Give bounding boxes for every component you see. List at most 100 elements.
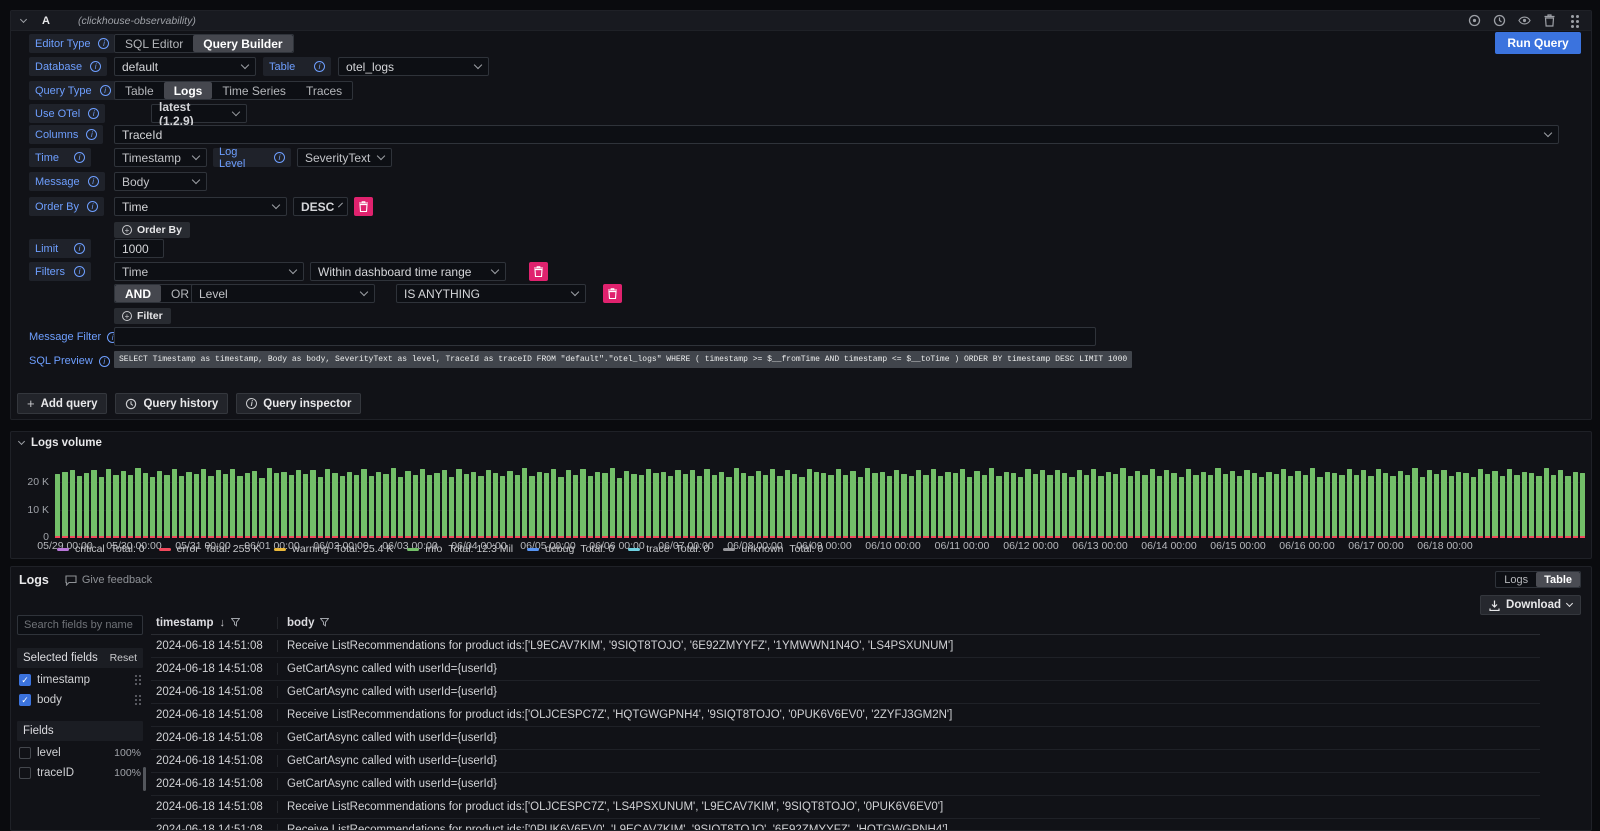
tab-query-builder[interactable]: Query Builder — [193, 35, 292, 52]
sort-desc-icon[interactable] — [220, 617, 226, 629]
error-strip — [1368, 536, 1373, 538]
error-strip — [332, 536, 337, 538]
info-icon[interactable] — [88, 108, 99, 119]
log-level-select[interactable]: SeverityText — [297, 148, 392, 167]
order-by-field-select[interactable]: Time — [114, 197, 287, 216]
tab-logs[interactable]: Logs — [164, 82, 213, 99]
filter-funnel-icon[interactable] — [320, 618, 329, 627]
info-icon[interactable] — [74, 152, 85, 163]
info-icon[interactable] — [99, 356, 110, 367]
remove-order-by-button[interactable] — [354, 197, 373, 216]
error-strip — [1252, 536, 1257, 538]
checkbox-unchecked[interactable] — [19, 767, 31, 779]
reset-fields-button[interactable]: Reset — [110, 652, 137, 664]
checkbox-checked[interactable] — [19, 694, 31, 706]
table-row[interactable]: 2024-06-18 14:51:08GetCartAsync called w… — [151, 773, 1540, 796]
checkbox-unchecked[interactable] — [19, 747, 31, 759]
logs-volume-title[interactable]: Logs volume — [19, 437, 102, 449]
legend-item-warning[interactable]: warningTotal: 25.4 K — [274, 543, 393, 555]
legend-item-error[interactable]: errorTotal: 255 K — [159, 543, 261, 555]
history-icon[interactable] — [1493, 14, 1506, 27]
filter1-operator-select[interactable]: Within dashboard time range — [310, 262, 506, 281]
otel-version-select[interactable]: latest (1.2.9) — [151, 104, 247, 123]
selected-field-body[interactable]: body — [17, 691, 143, 708]
drag-handle-icon[interactable] — [1568, 14, 1581, 27]
sql-preview-code[interactable]: SELECT Timestamp as timestamp, Body as b… — [114, 351, 1132, 368]
collapse-query-icon[interactable] — [20, 15, 27, 22]
body-column-header[interactable]: body — [277, 617, 1540, 629]
add-filter-button[interactable]: Filter — [114, 308, 171, 324]
table-row[interactable]: 2024-06-18 14:51:08Receive ListRecommend… — [151, 635, 1540, 658]
info-icon[interactable] — [100, 85, 111, 96]
available-field-level[interactable]: level100% — [17, 744, 143, 761]
legend-item-unknown[interactable]: unknownTotal: 0 — [723, 543, 823, 555]
info-icon[interactable] — [88, 176, 99, 187]
give-feedback-link[interactable]: Give feedback — [65, 574, 152, 586]
hide-response-eye-icon[interactable] — [1518, 14, 1531, 27]
tab-sql-editor[interactable]: SQL Editor — [115, 35, 193, 52]
legend-item-debug[interactable]: debugTotal: 0 — [527, 543, 614, 555]
add-query-button[interactable]: Add query — [17, 393, 107, 414]
table-select[interactable]: otel_logs — [338, 57, 489, 76]
table-row[interactable]: 2024-06-18 14:51:08GetCartAsync called w… — [151, 750, 1540, 773]
filter-funnel-icon[interactable] — [231, 618, 240, 627]
view-table-option[interactable]: Table — [1536, 572, 1580, 587]
table-row[interactable]: 2024-06-18 14:51:08Receive ListRecommend… — [151, 796, 1540, 819]
tab-traces[interactable]: Traces — [296, 82, 352, 99]
info-icon[interactable] — [90, 61, 101, 72]
checkbox-checked[interactable] — [19, 674, 31, 686]
message-filter-input[interactable] — [114, 327, 1096, 346]
legend-item-trace[interactable]: traceTotal: 0 — [628, 543, 709, 555]
x-tick-label: 06/18 00:00 — [1417, 540, 1472, 552]
database-select[interactable]: default — [114, 57, 256, 76]
drag-handle-icon[interactable] — [135, 695, 137, 697]
info-icon[interactable] — [98, 38, 109, 49]
drag-handle-icon[interactable] — [135, 675, 137, 677]
error-strip — [1157, 536, 1162, 538]
error-strip — [471, 536, 476, 538]
table-row[interactable]: 2024-06-18 14:51:08GetCartAsync called w… — [151, 681, 1540, 704]
tab-table[interactable]: Table — [115, 82, 164, 99]
info-icon[interactable] — [74, 266, 85, 277]
query-ref-id: A — [42, 15, 50, 27]
available-field-traceID[interactable]: traceID100% — [17, 764, 143, 781]
filter1-field-select[interactable]: Time — [114, 262, 304, 281]
table-row[interactable]: 2024-06-18 14:51:08Receive ListRecommend… — [151, 819, 1540, 830]
time-column-select[interactable]: Timestamp — [114, 148, 207, 167]
sidebar-scrollbar[interactable] — [143, 767, 146, 791]
message-column-select[interactable]: Body — [114, 172, 207, 191]
legend-item-info[interactable]: infoTotal: 12.3 Mil — [407, 543, 513, 555]
info-icon[interactable] — [86, 129, 97, 140]
columns-multiselect[interactable]: TraceId — [114, 125, 1559, 144]
table-row[interactable]: 2024-06-18 14:51:08GetCartAsync called w… — [151, 727, 1540, 750]
legend-item-critical[interactable]: criticalTotal: 0 — [57, 543, 145, 555]
delete-query-trash-icon[interactable] — [1543, 14, 1556, 27]
volume-bar — [1551, 475, 1556, 538]
table-row[interactable]: 2024-06-18 14:51:08Receive ListRecommend… — [151, 704, 1540, 727]
error-strip — [1434, 536, 1439, 538]
info-icon[interactable] — [274, 152, 285, 163]
volume-bar — [208, 476, 213, 538]
search-fields-input[interactable] — [17, 615, 143, 635]
bool-and-option[interactable]: AND — [115, 285, 161, 302]
info-icon[interactable] — [74, 243, 85, 254]
timestamp-column-header[interactable]: timestamp — [151, 617, 277, 629]
selected-field-timestamp[interactable]: timestamp — [17, 671, 143, 688]
filter2-field-select[interactable]: Level — [191, 284, 375, 303]
view-logs-option[interactable]: Logs — [1496, 572, 1536, 587]
filter2-operator-select[interactable]: IS ANYTHING — [396, 284, 586, 303]
add-order-by-button[interactable]: Order By — [114, 222, 190, 238]
info-icon[interactable] — [314, 61, 325, 72]
remove-filter1-button[interactable] — [529, 262, 548, 281]
remove-filter2-button[interactable] — [603, 284, 622, 303]
order-by-direction-select[interactable]: DESC — [293, 197, 348, 216]
table-row[interactable]: 2024-06-18 14:51:08GetCartAsync called w… — [151, 658, 1540, 681]
tab-time-series[interactable]: Time Series — [212, 82, 296, 99]
message-row: Message — [29, 172, 105, 191]
info-icon[interactable] — [87, 201, 98, 212]
query-history-button[interactable]: Query history — [115, 393, 228, 414]
query-inspector-button[interactable]: Query inspector — [236, 393, 361, 414]
duplicate-query-icon[interactable] — [1468, 14, 1481, 27]
limit-input[interactable] — [114, 239, 164, 258]
run-query-button[interactable]: Run Query — [1495, 32, 1581, 54]
